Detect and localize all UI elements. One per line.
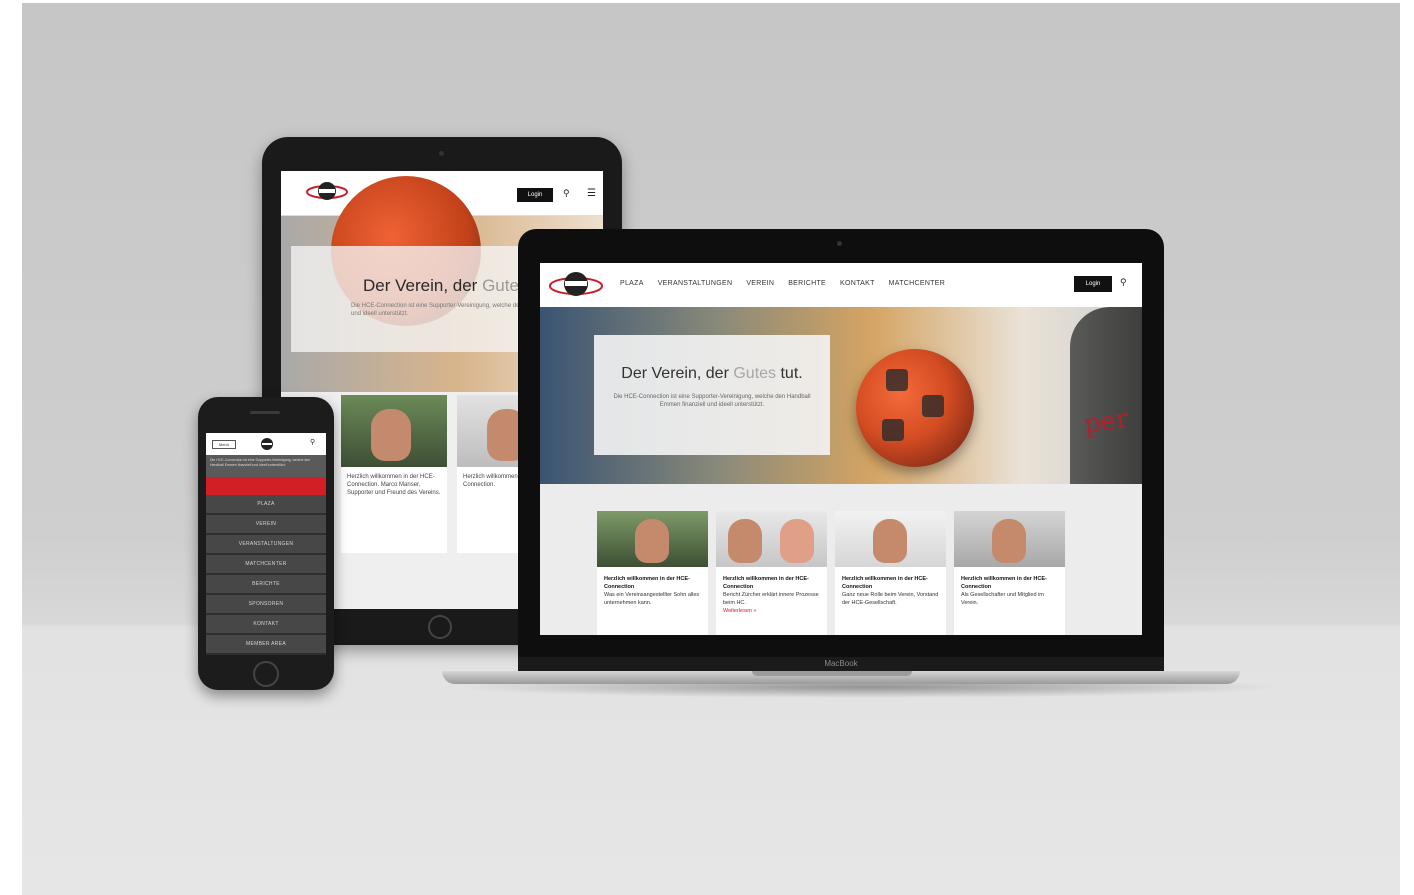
mobile-menu-item[interactable]: MEMBER AREA: [206, 635, 326, 655]
nav-item-plaza[interactable]: PLAZA: [620, 280, 644, 287]
mockup-scene: Login ⚲ ☰ Der Verein, der Gutes t Die HC…: [22, 3, 1400, 895]
menu-button[interactable]: Menü: [212, 440, 236, 449]
laptop-chin: MacBook: [518, 657, 1164, 671]
laptop-device: PLAZA VERANSTALTUNGEN VEREIN BERICHTE KO…: [518, 229, 1164, 657]
ball-patch: [886, 369, 908, 391]
search-icon[interactable]: ⚲: [1120, 277, 1127, 288]
hero-title: Der Verein, der Gutes t: [363, 276, 537, 295]
nav-item-matchcenter[interactable]: MATCHCENTER: [889, 280, 945, 287]
card-title: Herzlich willkommen in der HCE-Connectio…: [723, 576, 809, 590]
nav-item-veranstaltungen[interactable]: VERANSTALTUNGEN: [658, 280, 733, 287]
site-header: PLAZA VERANSTALTUNGEN VEREIN BERICHTE KO…: [540, 263, 1142, 307]
club-logo[interactable]: [258, 436, 276, 452]
card-text: Herzlich willkommen in der HCE-Connectio…: [716, 567, 827, 623]
search-icon[interactable]: ⚲: [563, 188, 570, 199]
ball-patch: [882, 419, 904, 441]
card-photo: [716, 511, 827, 567]
ball-patch: [922, 395, 944, 417]
card-photo: [341, 395, 447, 467]
card-photo: [835, 511, 946, 567]
hero-subtitle: Die HCE-Connection ist eine Supporter-Ve…: [613, 394, 811, 408]
news-card[interactable]: Herzlich willkommen in der HCE-Connectio…: [716, 511, 827, 635]
phone-speaker: [250, 411, 280, 414]
mobile-menu-item[interactable]: KONTAKT: [206, 615, 326, 635]
card-text: Herzlich willkommen in der HCE-Connectio…: [347, 474, 441, 496]
nav-item-verein[interactable]: VEREIN: [746, 280, 774, 287]
phone-device: Menü ⚲ Die HCE-Connection ist eine Suppo…: [198, 397, 334, 690]
card-title: Herzlich willkommen in der HCE-Connectio…: [842, 576, 928, 590]
mobile-menu-item[interactable]: PLAZA: [206, 495, 326, 515]
card-photo: [597, 511, 708, 567]
phone-home-button: [253, 661, 279, 687]
hero-box: Der Verein, der Gutes tut. Die HCE-Conne…: [594, 335, 830, 455]
card-title: Herzlich willkommen in der HCE-Connectio…: [961, 576, 1047, 590]
phone-screen: Menü ⚲ Die HCE-Connection ist eine Suppo…: [206, 433, 326, 655]
player-shirt-image: per: [1070, 307, 1142, 484]
card-title: Herzlich willkommen in der HCE-Connectio…: [604, 576, 690, 590]
club-logo[interactable]: [548, 268, 604, 302]
handball-image: [856, 349, 974, 467]
card-excerpt: Bericht Zürcher erklärt innere Prozesse …: [723, 592, 819, 606]
news-card[interactable]: Herzlich willkommen in der HCE-Connectio…: [835, 511, 946, 635]
person-face: [728, 519, 762, 563]
mobile-menu-item[interactable]: MATCHCENTER: [206, 555, 326, 575]
news-card[interactable]: Herzlich willkommen in der HCE-Connectio…: [597, 511, 708, 635]
person-face: [780, 519, 814, 563]
club-logo[interactable]: [305, 179, 349, 205]
news-card[interactable]: Herzlich willkommen in der HCE-Connectio…: [341, 395, 447, 553]
login-button[interactable]: Login: [1074, 276, 1112, 292]
login-button[interactable]: Login: [517, 188, 553, 202]
card-excerpt: Ganz neue Rolle beim Verein, Vorstand de…: [842, 592, 939, 606]
card-excerpt: Als Gesellschafter und Mitglied im Verei…: [961, 592, 1044, 606]
card-text: Herzlich willkommen in der HCE-Connectio…: [835, 567, 946, 615]
card-text: Herzlich willkommen in der HCE-Connectio…: [597, 567, 708, 615]
mobile-menu-item[interactable]: VERANSTALTUNGEN: [206, 535, 326, 555]
read-more-link[interactable]: Weiterlesen »: [723, 608, 757, 614]
card-text: Herzlich willkommen in der HCE-Connectio…: [954, 567, 1065, 615]
person-face: [992, 519, 1026, 563]
mobile-menu-item[interactable]: VEREIN: [206, 515, 326, 535]
card-excerpt: Was ein Vereinsangestellter Sohn alles u…: [604, 592, 700, 606]
hamburger-icon[interactable]: ☰: [587, 188, 596, 199]
news-cards: Herzlich willkommen in der HCE-Connectio…: [597, 511, 1065, 635]
person-face: [873, 519, 907, 563]
main-nav: PLAZA VERANSTALTUNGEN VEREIN BERICHTE KO…: [620, 280, 945, 287]
laptop-screen: PLAZA VERANSTALTUNGEN VEREIN BERICHTE KO…: [540, 263, 1142, 635]
laptop-notch: [752, 671, 912, 676]
nav-item-kontakt[interactable]: KONTAKT: [840, 280, 875, 287]
search-icon[interactable]: ⚲: [310, 438, 315, 446]
phone-header: Menü ⚲: [206, 433, 326, 455]
person-face: [635, 519, 669, 563]
laptop-camera: [837, 241, 842, 246]
mobile-menu-item[interactable]: BERICHTE: [206, 575, 326, 595]
intro-note: Die HCE-Connection ist eine Supporter-Ve…: [206, 455, 326, 477]
active-menu-bar[interactable]: [206, 477, 326, 495]
person-face: [371, 409, 411, 461]
hero-title: Der Verein, der Gutes tut.: [621, 365, 803, 382]
card-photo: [954, 511, 1065, 567]
hero-banner: per Der Verein, der Gutes tut. Die HCE-C…: [540, 307, 1142, 484]
tablet-home-button: [428, 615, 452, 639]
nav-item-berichte[interactable]: BERICHTE: [788, 280, 826, 287]
mobile-menu-item[interactable]: SPONSOREN: [206, 595, 326, 615]
news-card[interactable]: Herzlich willkommen in der HCE-Connectio…: [954, 511, 1065, 635]
tablet-camera: [439, 151, 444, 156]
shirt-lettering: per: [1082, 404, 1131, 440]
